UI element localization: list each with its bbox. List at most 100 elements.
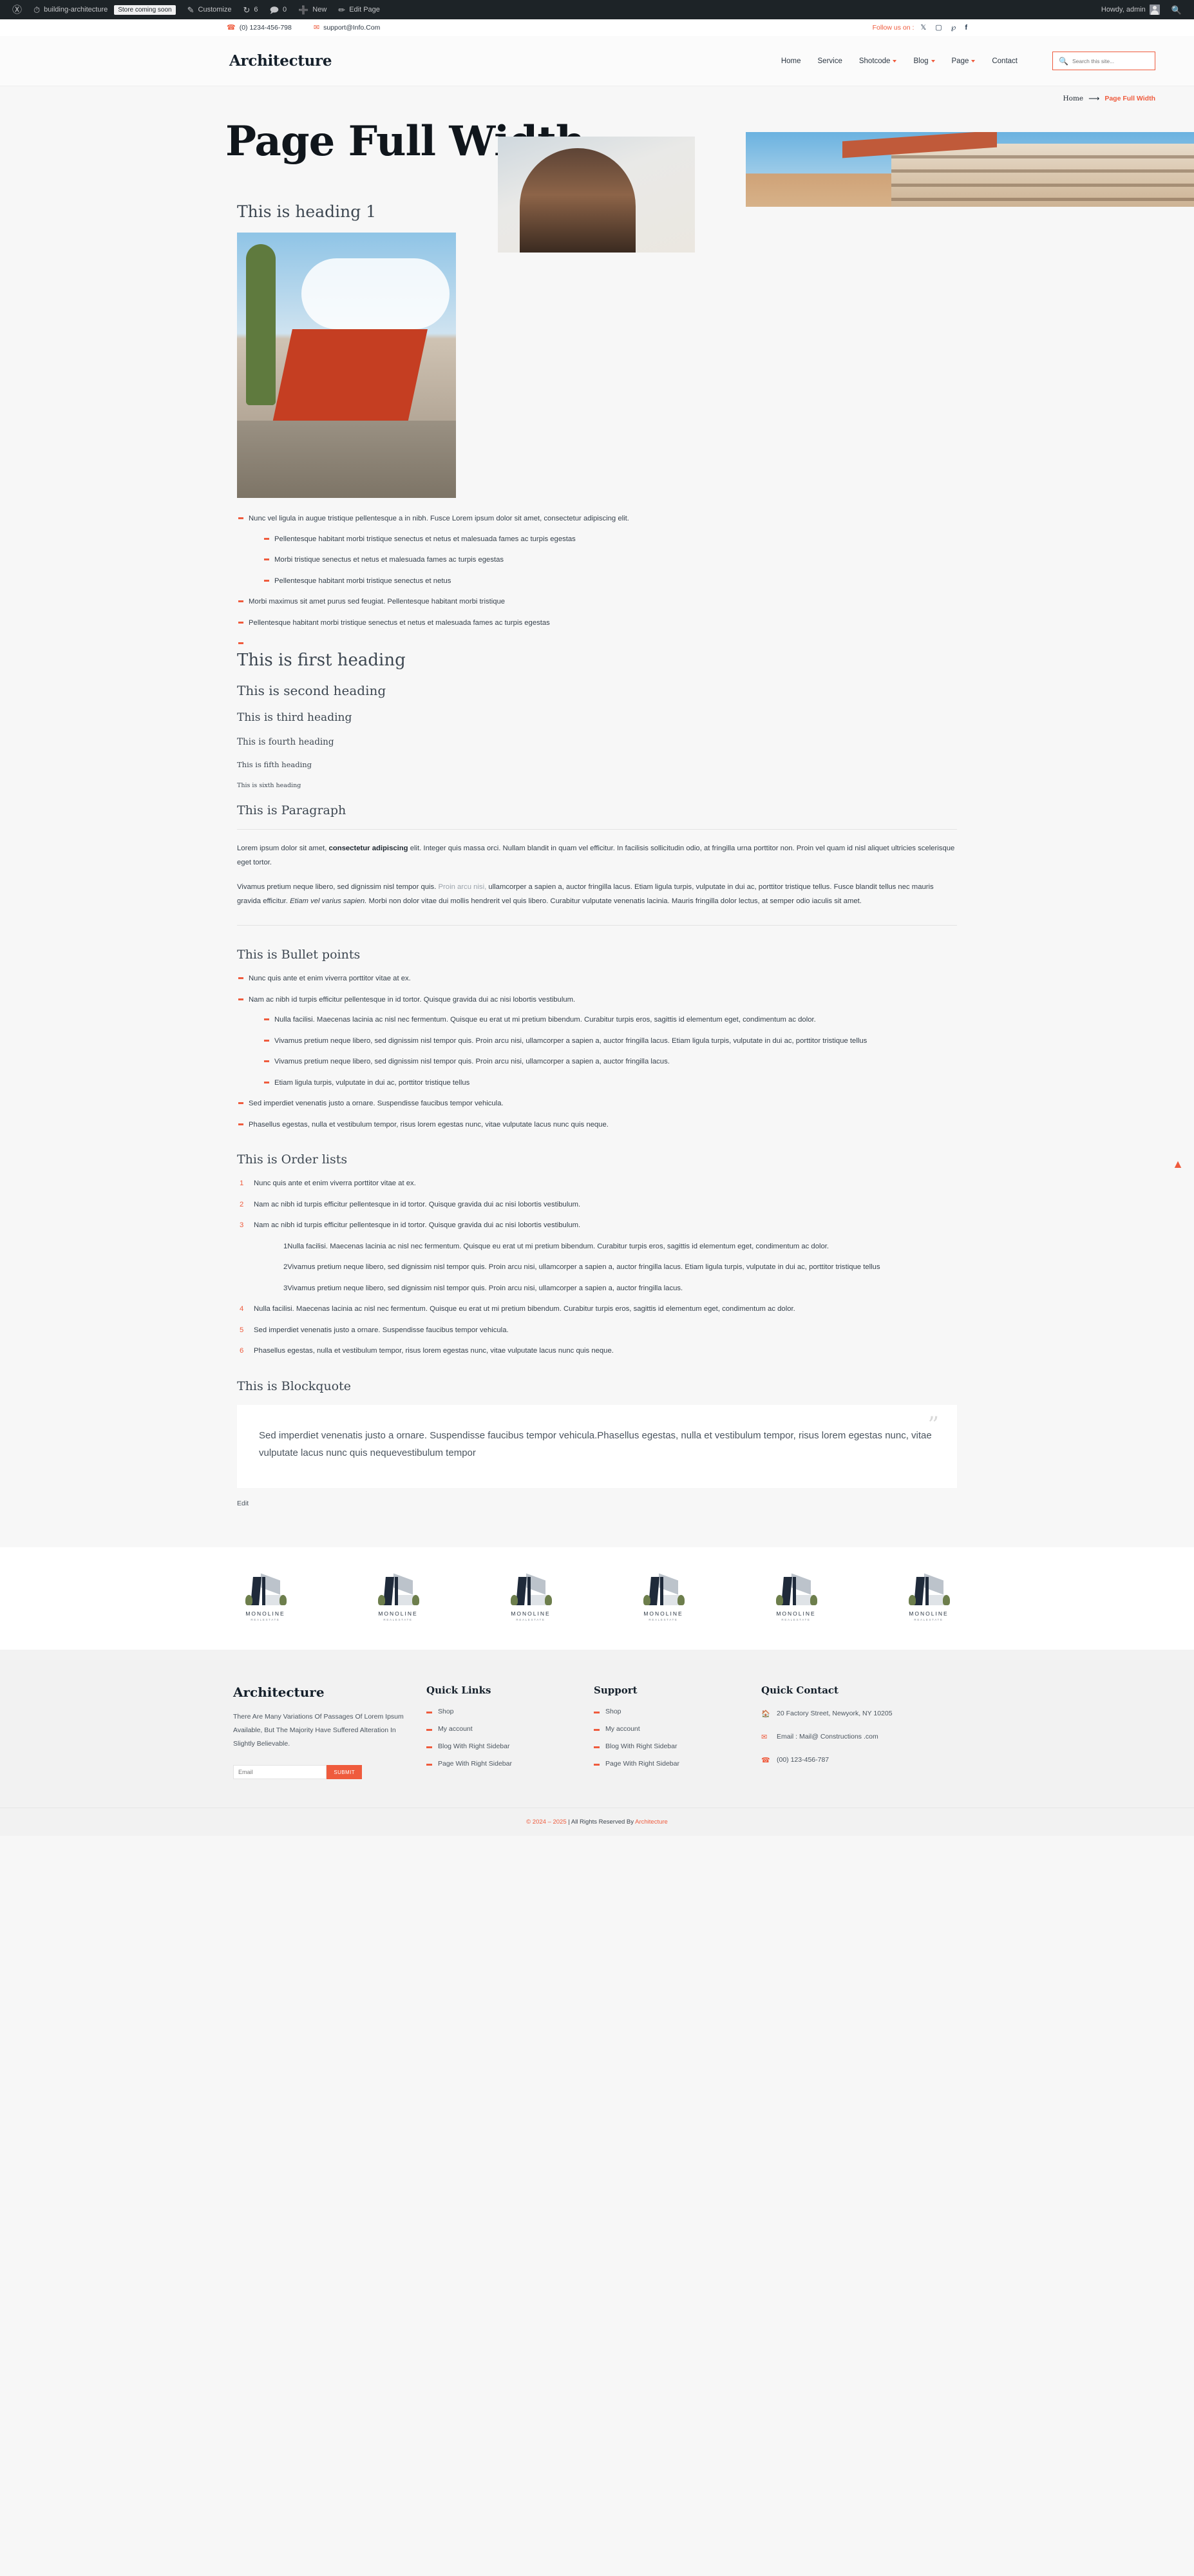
copyright-brand-link[interactable]: Architecture (635, 1818, 668, 1826)
demo-heading-3: This is third heading (237, 711, 352, 724)
arrow-right-icon: ⟶ (1088, 94, 1100, 103)
scroll-to-top-button[interactable]: ▲ (1171, 1157, 1185, 1171)
new-content-button[interactable]: ➕ New (292, 0, 332, 19)
chevron-down-icon (971, 59, 976, 62)
account-menu[interactable]: Howdy, admin (1095, 0, 1166, 19)
paragraph-2-part-a: Vivamus pretium neque libero, sed dignis… (237, 883, 439, 892)
list-item: Sed imperdiet venenatis justo a ornare. … (237, 1325, 957, 1337)
list-item: Morbi tristique senectus et netus et mal… (263, 555, 957, 566)
nav-item-service[interactable]: Service (818, 57, 842, 65)
partner-logo-name: MONOLINE (245, 1610, 285, 1617)
arrow-up-icon: ▲ (1172, 1158, 1184, 1170)
partner-logo-sub: REALESTATE (251, 1618, 280, 1622)
x-twitter-icon[interactable]: 𝕏 (920, 24, 926, 32)
list-item: Nunc vel ligula in augue tristique pelle… (237, 513, 957, 587)
footer-support-list: Shop My account Blog With Right Sidebar … (594, 1708, 743, 1768)
list-item-text: Pellentesque habitant morbi tristique se… (274, 577, 451, 585)
contact-phone: ☎ (00) 123-456-787 (761, 1754, 943, 1766)
header-search[interactable]: 🔍 (1052, 52, 1155, 70)
list-item: Nam ac nibh id turpis efficitur pellente… (237, 995, 957, 1089)
partner-logo[interactable]: MONOLINE REALESTATE (761, 1573, 831, 1621)
phone-icon: ☎ (761, 1756, 770, 1764)
list-item: Nam ac nibh id turpis efficitur pellente… (237, 1199, 957, 1211)
support-link-my-account[interactable]: My account (605, 1725, 640, 1733)
top-info-bar: ☎ (0) 1234-456-798 ✉ support@Info.Com Fo… (0, 19, 1194, 36)
partner-logo[interactable]: MONOLINE REALESTATE (893, 1573, 964, 1621)
footer-link-blog-right-sidebar[interactable]: Blog With Right Sidebar (438, 1742, 509, 1750)
list-item: Nulla facilisi. Maecenas lacinia ac nisl… (237, 1304, 957, 1315)
monoline-building-icon (641, 1573, 686, 1606)
list-item: Shop (426, 1708, 576, 1715)
footer-columns: Architecture There Are Many Variations O… (233, 1684, 961, 1780)
list-item: Phasellus egestas, nulla et vestibulum t… (237, 1346, 957, 1357)
list-item: Etiam ligula turpis, vulputate in dui ac… (263, 1078, 957, 1089)
page-content: This is heading 1 Nunc vel ligula in aug… (0, 202, 1194, 1548)
support-link-shop[interactable]: Shop (605, 1708, 621, 1715)
partner-logo[interactable]: MONOLINE REALESTATE (628, 1573, 699, 1621)
list-item-text: Nulla facilisi. Maecenas lacinia ac nisl… (254, 1305, 795, 1313)
comments-button[interactable]: 🗩 0 (264, 0, 293, 19)
facebook-icon[interactable]: f (965, 24, 967, 32)
edit-page-label: Edit Page (349, 6, 380, 14)
demo-heading-6: This is sixth heading (237, 782, 301, 789)
instagram-icon[interactable]: ▢ (935, 24, 942, 32)
paragraph-2-italic: Etiam vel varius sapien. (290, 897, 367, 906)
customize-button[interactable]: ✎ Customize (182, 0, 238, 19)
nav-item-shotcode[interactable]: Shotcode (859, 57, 897, 65)
hero-banner: Home ⟶ Page Full Width Page Full Width (0, 86, 1194, 253)
phone-label: (0) 1234-456-798 (239, 24, 292, 32)
updates-count: 6 (254, 6, 258, 14)
site-logo[interactable]: Architecture (229, 52, 332, 70)
search-icon: 🔍 (1171, 5, 1182, 15)
howdy-label: Howdy, admin (1101, 6, 1146, 14)
breadcrumb-home[interactable]: Home (1063, 95, 1083, 102)
nav-item-home[interactable]: Home (781, 57, 801, 65)
wp-logo-button[interactable]: Ⓧ (6, 0, 28, 19)
search-icon: 🔍 (1059, 56, 1068, 66)
phone-link[interactable]: ☎ (0) 1234-456-798 (227, 24, 292, 32)
comments-count: 0 (282, 6, 287, 14)
partner-logo[interactable]: MONOLINE REALESTATE (230, 1573, 301, 1622)
section-heading-orders: This is Order lists (237, 1152, 348, 1167)
admin-search-button[interactable]: 🔍 (1166, 0, 1188, 19)
social-links: 𝕏 ▢ ℘ f (920, 24, 967, 32)
nav-item-blog[interactable]: Blog (913, 57, 935, 65)
partner-logo[interactable]: MONOLINE REALESTATE (495, 1573, 566, 1621)
list-item: My account (594, 1725, 743, 1733)
newsletter-email-input[interactable] (233, 1765, 327, 1780)
partner-logo[interactable]: MONOLINE REALESTATE (363, 1573, 433, 1621)
nav-item-contact[interactable]: Contact (992, 57, 1018, 65)
list-item-text: Vivamus pretium neque libero, sed dignis… (287, 1284, 683, 1292)
search-input[interactable] (1072, 57, 1149, 64)
nav-item-page[interactable]: Page (952, 57, 976, 65)
pinterest-icon[interactable]: ℘ (951, 24, 956, 32)
footer-brand: Architecture (233, 1684, 325, 1701)
edit-link[interactable]: Edit (237, 1500, 249, 1507)
dashboard-icon: ⏱ (33, 5, 41, 15)
footer-link-my-account[interactable]: My account (438, 1725, 473, 1733)
nav-label-shotcode: Shotcode (858, 57, 891, 65)
paragraph-2-muted: Proin arcu nisi, (438, 883, 487, 892)
excavator-shape (272, 329, 428, 426)
updates-button[interactable]: ↻ 6 (237, 0, 263, 19)
phone-icon: ☎ (227, 23, 236, 32)
list-item: Pellentesque habitant morbi tristique se… (263, 576, 957, 587)
monoline-building-icon (375, 1573, 421, 1606)
footer-link-shop[interactable]: Shop (438, 1708, 454, 1715)
newsletter-submit-button[interactable]: SUBMIT (327, 1765, 362, 1780)
support-link-blog-right-sidebar[interactable]: Blog With Right Sidebar (605, 1742, 677, 1750)
edit-page-button[interactable]: ✏ Edit Page (332, 0, 386, 19)
monoline-building-icon (508, 1573, 553, 1606)
list-item: My account (426, 1725, 576, 1733)
site-name-button[interactable]: ⏱ building-architecture Store coming soo… (28, 0, 182, 19)
footer-link-page-right-sidebar[interactable]: Page With Right Sidebar (438, 1760, 512, 1768)
email-link[interactable]: ✉ support@Info.Com (314, 24, 381, 32)
support-link-page-right-sidebar[interactable]: Page With Right Sidebar (605, 1760, 679, 1768)
paragraph-1-part-a: Lorem ipsum dolor sit amet, (237, 844, 329, 852)
list-item-text: Morbi maximus sit amet purus sed feugiat… (249, 598, 506, 606)
customize-label: Customize (198, 6, 232, 14)
nav-label-page: Page (951, 57, 969, 65)
newsletter-form[interactable]: SUBMIT (233, 1765, 362, 1780)
quote-mark-icon: ” (927, 1411, 939, 1438)
site-name-label: building-architecture (44, 6, 108, 14)
